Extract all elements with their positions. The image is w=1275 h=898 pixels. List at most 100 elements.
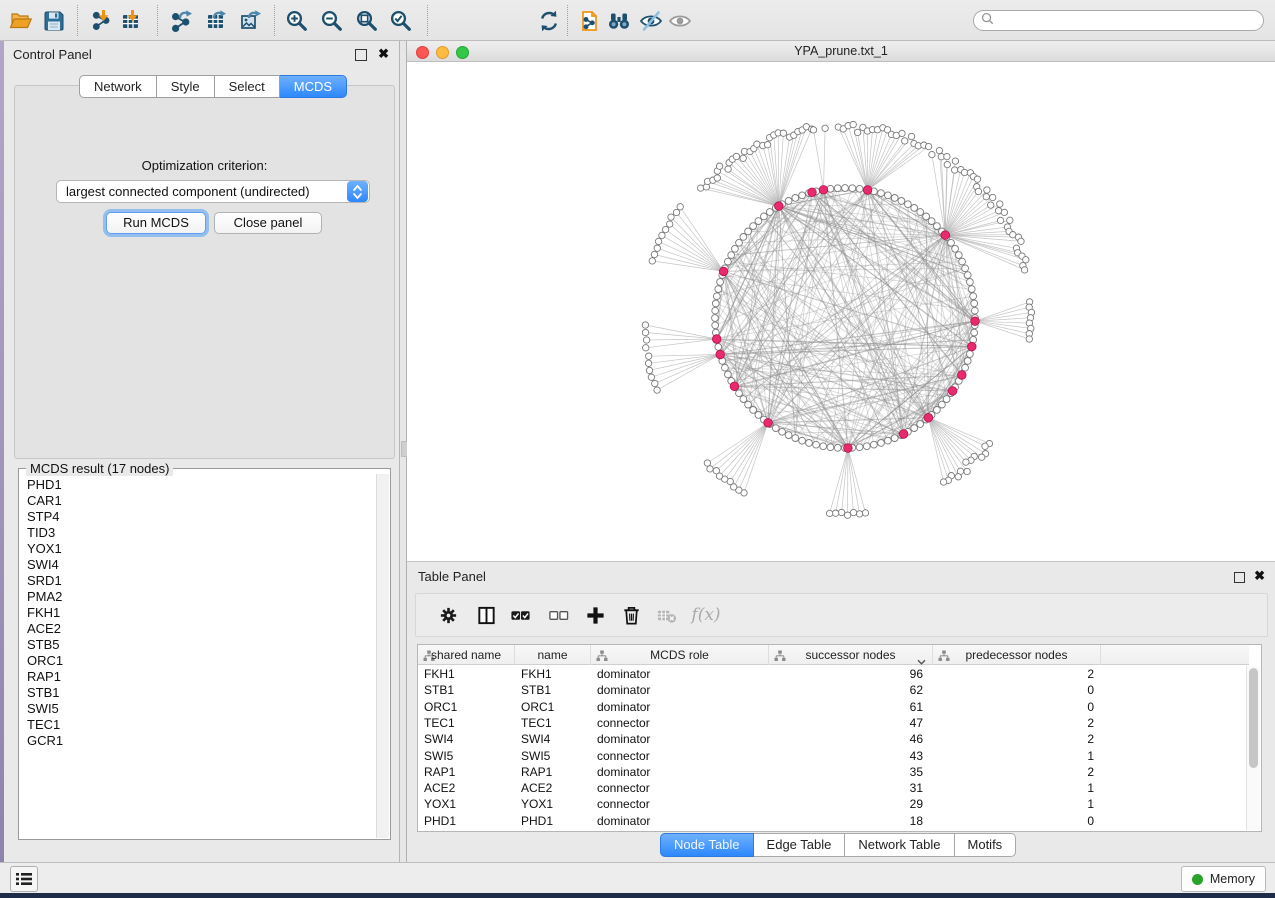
table-row-STB1[interactable]: STB1STB1dominator620: [418, 682, 1261, 698]
tab-edge-table[interactable]: Edge Table: [754, 833, 846, 857]
tab-select[interactable]: Select: [215, 75, 280, 98]
node-table: shared namenameMCDS rolesuccessor nodesp…: [417, 644, 1262, 832]
task-history-button[interactable]: [10, 866, 38, 892]
zoom-out-icon[interactable]: [319, 8, 345, 34]
run-mcds-button[interactable]: Run MCDS: [106, 212, 206, 234]
network-window-titlebar[interactable]: YPA_prune.txt_1: [407, 41, 1275, 62]
mcds-node-item[interactable]: PMA2: [20, 589, 376, 605]
table-row-SWI4[interactable]: SWI4SWI4dominator462: [418, 731, 1261, 747]
column-header-name[interactable]: name: [515, 645, 591, 665]
mcds-node-item[interactable]: TEC1: [20, 717, 376, 733]
show-all-icon[interactable]: [667, 8, 693, 34]
save-session-icon[interactable]: [41, 8, 67, 34]
tab-network[interactable]: Network: [79, 75, 157, 98]
table-tabs: Node TableEdge TableNetwork TableMotifs: [660, 833, 1016, 855]
zoom-fit-icon[interactable]: [354, 8, 380, 34]
table-row-TEC1[interactable]: TEC1TEC1connector472: [418, 715, 1261, 731]
mcds-node-item[interactable]: FKH1: [20, 605, 376, 621]
tab-network-table[interactable]: Network Table: [845, 833, 954, 857]
zoom-selected-icon[interactable]: [388, 8, 414, 34]
mcds-node-item[interactable]: SRD1: [20, 573, 376, 589]
mcds-node-item[interactable]: STP4: [20, 509, 376, 525]
tab-node-table[interactable]: Node Table: [660, 833, 754, 857]
column-header-shared-name[interactable]: shared name: [418, 645, 515, 665]
mcds-node-item[interactable]: STB5: [20, 637, 376, 653]
mcds-node-item[interactable]: GCR1: [20, 733, 376, 749]
mcds-node-item[interactable]: ORC1: [20, 653, 376, 669]
cell-MCDS-role: dominator: [591, 666, 769, 682]
cell-predecessor-nodes: 1: [933, 748, 1101, 764]
mcds-node-item[interactable]: STB1: [20, 685, 376, 701]
network-graph[interactable]: [407, 62, 1275, 561]
clone-network-icon[interactable]: [577, 8, 603, 34]
table-row-RAP1[interactable]: RAP1RAP1dominator352: [418, 764, 1261, 780]
mcds-node-item[interactable]: TID3: [20, 525, 376, 541]
mcds-node-item[interactable]: YOX1: [20, 541, 376, 557]
mcds-node-item[interactable]: ACE2: [20, 621, 376, 637]
tab-motifs[interactable]: Motifs: [955, 833, 1017, 857]
export-image-icon[interactable]: [238, 8, 264, 34]
float-panel-icon[interactable]: [355, 49, 367, 61]
main-toolbar: [0, 0, 1275, 41]
cell-predecessor-nodes: 1: [933, 780, 1101, 796]
import-table-icon[interactable]: [118, 8, 144, 34]
find-icon[interactable]: [606, 8, 632, 34]
column-header-predecessor-nodes[interactable]: predecessor nodes: [933, 645, 1101, 665]
control-panel: Control Panel ✖ NetworkStyleSelectMCDS O…: [4, 41, 400, 862]
gear-icon[interactable]: [436, 603, 460, 627]
table-row-SWI5[interactable]: SWI5SWI5connector431: [418, 748, 1261, 764]
close-panel-icon[interactable]: ✖: [378, 46, 389, 62]
cell-predecessor-nodes: 2: [933, 666, 1101, 682]
table-scrollbar[interactable]: [1246, 666, 1260, 830]
mcds-node-item[interactable]: SWI5: [20, 701, 376, 717]
trash-icon[interactable]: [619, 603, 643, 627]
mcds-node-item[interactable]: PHD1: [20, 477, 376, 493]
table-row-ORC1[interactable]: ORC1ORC1dominator610: [418, 699, 1261, 715]
hide-selected-icon[interactable]: [638, 8, 664, 34]
cell-MCDS-role: dominator: [591, 682, 769, 698]
search-input[interactable]: [973, 10, 1264, 31]
columns-icon[interactable]: [474, 603, 498, 627]
table-panel-title: Table Panel: [418, 569, 486, 584]
split-divider[interactable]: [400, 41, 407, 862]
close-table-panel-icon[interactable]: ✖: [1254, 568, 1265, 584]
select-all-icon[interactable]: [508, 603, 532, 627]
open-file-icon[interactable]: [8, 8, 34, 34]
optimization-criterion-select[interactable]: largest connected component (undirected): [56, 180, 370, 203]
cell-shared-name: YOX1: [418, 796, 515, 812]
import-network-icon[interactable]: [89, 8, 115, 34]
export-table-icon[interactable]: [203, 8, 229, 34]
result-scrollbar[interactable]: [376, 474, 389, 838]
mcds-node-item[interactable]: SWI4: [20, 557, 376, 573]
column-header-successor-nodes[interactable]: successor nodes: [769, 645, 933, 665]
toolbar-separator: [157, 5, 158, 36]
refresh-icon[interactable]: [536, 8, 562, 34]
cell-shared-name: STB1: [418, 682, 515, 698]
cell-MCDS-role: connector: [591, 748, 769, 764]
scrollbar-thumb[interactable]: [1249, 668, 1258, 768]
mcds-node-item[interactable]: CAR1: [20, 493, 376, 509]
table-row-ACE2[interactable]: ACE2ACE2connector311: [418, 780, 1261, 796]
memory-button[interactable]: Memory: [1181, 866, 1266, 892]
cell-successor-nodes: 29: [769, 796, 933, 812]
deselect-all-icon[interactable]: [546, 603, 570, 627]
toolbar-separator: [274, 5, 275, 36]
network-view[interactable]: [407, 62, 1275, 561]
table-row-FKH1[interactable]: FKH1FKH1dominator962: [418, 666, 1261, 682]
float-table-panel-icon[interactable]: [1234, 572, 1245, 583]
cell-MCDS-role: dominator: [591, 813, 769, 829]
zoom-in-icon[interactable]: [284, 8, 310, 34]
tab-style[interactable]: Style: [157, 75, 215, 98]
tab-mcds[interactable]: MCDS: [280, 75, 347, 98]
cell-shared-name: RAP1: [418, 764, 515, 780]
cell-shared-name: TEC1: [418, 715, 515, 731]
close-panel-button[interactable]: Close panel: [214, 212, 322, 234]
table-row-YOX1[interactable]: YOX1YOX1connector291: [418, 796, 1261, 812]
column-header-MCDS-role[interactable]: MCDS role: [591, 645, 769, 665]
mcds-result-list[interactable]: PHD1CAR1STP4TID3YOX1SWI4SRD1PMA2FKH1ACE2…: [20, 477, 376, 838]
table-row-PHD1[interactable]: PHD1PHD1dominator180: [418, 813, 1261, 829]
export-network-icon[interactable]: [169, 8, 195, 34]
mcds-node-item[interactable]: RAP1: [20, 669, 376, 685]
search-field[interactable]: [998, 13, 1263, 29]
add-icon[interactable]: [583, 603, 607, 627]
